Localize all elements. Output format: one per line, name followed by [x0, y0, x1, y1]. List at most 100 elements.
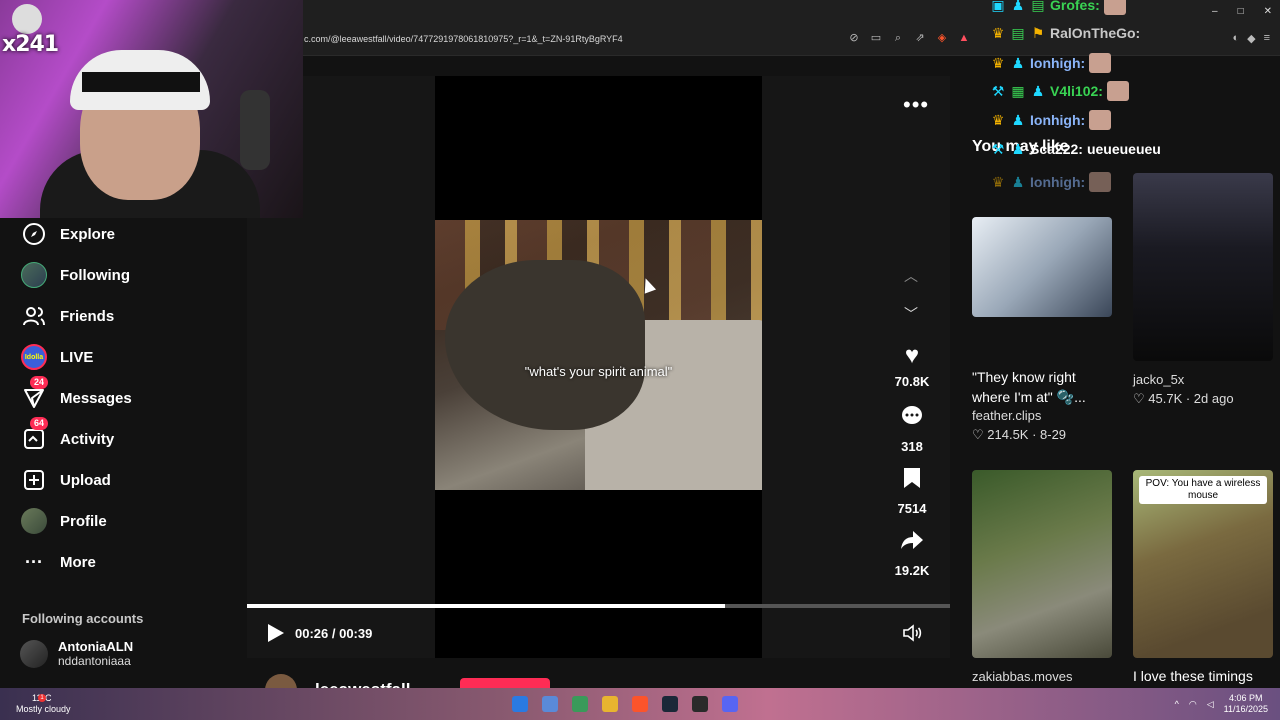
- menu-icon[interactable]: ≡: [1264, 32, 1270, 45]
- more-options-button[interactable]: •••: [903, 92, 929, 118]
- video-thumbnail[interactable]: [972, 217, 1112, 317]
- sidebar-item-friends[interactable]: Friends: [20, 301, 114, 331]
- clock-date: 11/16/2025: [1223, 704, 1268, 714]
- comment-button[interactable]: 318: [892, 404, 932, 454]
- video-thumbnail[interactable]: [1133, 173, 1273, 361]
- recommendation-card[interactable]: jacko_5x ♡ 45.7K · 2d ago: [1133, 173, 1273, 409]
- card-author[interactable]: zakiabbas.moves: [972, 668, 1112, 686]
- windows-start-icon[interactable]: [512, 696, 528, 712]
- badge-icon: ⚒: [991, 141, 1005, 157]
- sidebar-item-label: Profile: [60, 512, 107, 530]
- progress-bar[interactable]: [247, 604, 950, 608]
- recommendation-card[interactable]: POV: You have a wireless mouse I love th…: [1133, 470, 1273, 686]
- previous-video-button[interactable]: ︿: [904, 266, 918, 286]
- sidebar-item-explore[interactable]: Explore: [20, 219, 115, 249]
- card-author[interactable]: feather.clips: [972, 407, 1112, 425]
- clock[interactable]: 4:06 PM 11/16/2025: [1224, 693, 1268, 715]
- following-account-item[interactable]: AntoniaALN nddantoniaaa: [20, 639, 133, 668]
- thumbnail-caption: POV: You have a wireless mouse: [1139, 476, 1267, 504]
- video-caption: "what's your spirit animal": [524, 364, 673, 379]
- steam-icon[interactable]: [662, 696, 678, 712]
- save-button[interactable]: 7514: [892, 466, 932, 516]
- time-display: 00:26 / 00:39: [295, 626, 373, 641]
- comment-count: 318: [901, 439, 923, 454]
- address-bar[interactable]: c.com/@leeawestfall/video/74772919780618…: [304, 34, 623, 44]
- stream-overlay-text: x241: [2, 32, 59, 57]
- share-arrow-icon: [892, 528, 932, 559]
- sidebar-item-following[interactable]: Following: [20, 260, 130, 290]
- chat-line: ⚒ ▦ ♟ V4li102:: [990, 80, 1129, 102]
- badge-icon: ▦: [1011, 83, 1025, 99]
- mute-tab-icon[interactable]: ⊘: [848, 32, 860, 44]
- sidebar-item-label: More: [60, 553, 96, 571]
- close-icon[interactable]: ✕: [1264, 6, 1272, 17]
- task-view-icon[interactable]: [542, 696, 558, 712]
- app-icon[interactable]: [692, 696, 708, 712]
- badge-icon: ♟: [1011, 0, 1025, 13]
- chevron-up-icon[interactable]: ^: [1175, 699, 1179, 709]
- maximize-icon[interactable]: □: [1238, 6, 1244, 17]
- notification-badge: 1: [38, 694, 46, 702]
- sidebar-item-label: LIVE: [60, 348, 94, 366]
- brave-shields-icon[interactable]: ◈: [936, 32, 948, 44]
- sidebar-item-label: Activity: [60, 430, 115, 448]
- share-button[interactable]: 19.2K: [892, 528, 932, 578]
- share-icon[interactable]: ⇗: [914, 32, 926, 44]
- weather-widget[interactable]: 1 11°C Mostly cloudy: [16, 693, 71, 715]
- card-author[interactable]: jacko_5x: [1133, 371, 1273, 389]
- system-tray: ^ ◠ ◁ 4:06 PM 11/16/2025: [1175, 693, 1268, 715]
- sidebar-item-messages[interactable]: 24 Messages: [20, 376, 132, 413]
- friends-icon: [20, 302, 48, 330]
- like-count: 70.8K: [894, 374, 930, 389]
- app-icon[interactable]: [572, 696, 588, 712]
- screen: c.com/@leeawestfall/video/74772919780618…: [0, 0, 1280, 720]
- next-video-button[interactable]: ﹀: [904, 304, 918, 324]
- sidebar-item-activity[interactable]: 64 Activity: [20, 417, 115, 454]
- share-count: 19.2K: [894, 563, 930, 578]
- wifi-icon[interactable]: ◠: [1189, 699, 1197, 710]
- animal: [445, 260, 645, 430]
- vpn-icon[interactable]: ◐: [1232, 32, 1239, 45]
- progress-fill: [247, 604, 726, 608]
- extensions-area: ◐ ◆ ≡: [1232, 32, 1270, 45]
- video-player[interactable]: "what's your spirit animal": [247, 76, 950, 658]
- avatar: [20, 639, 48, 668]
- account-name: AntoniaALN: [58, 639, 134, 654]
- chat-username: Ionhigh:: [1030, 174, 1086, 190]
- sidebar-item-more[interactable]: ··· More: [20, 547, 96, 577]
- badge-icon: ♟: [1011, 112, 1025, 128]
- video-thumbnail[interactable]: [972, 470, 1112, 658]
- messages-icon: 24: [20, 376, 49, 412]
- video-thumbnail[interactable]: POV: You have a wireless mouse: [1133, 470, 1273, 658]
- emote-icon: [1106, 81, 1129, 101]
- chat-username: Grofes:: [1050, 0, 1100, 13]
- video-frame[interactable]: "what's your spirit animal": [435, 220, 762, 490]
- sidebar-item-profile[interactable]: Profile: [20, 506, 107, 536]
- speaker-icon[interactable]: ◁: [1207, 699, 1214, 710]
- discord-icon[interactable]: [722, 696, 738, 712]
- crown-icon: ♛: [991, 55, 1005, 71]
- following-accounts-title: Following accounts: [22, 611, 144, 626]
- badge-icon: ♟: [1011, 141, 1025, 157]
- comment-icon: [892, 404, 932, 435]
- play-icon[interactable]: [268, 624, 284, 642]
- zoom-icon[interactable]: ⌕: [892, 32, 904, 44]
- volume-icon[interactable]: [902, 624, 922, 647]
- chat-username: Ionhigh:: [1030, 55, 1086, 71]
- heart-icon: ♥: [904, 342, 920, 369]
- sidebar-item-live[interactable]: Idolla LIVE: [20, 342, 93, 372]
- sidebar-item-upload[interactable]: Upload: [20, 465, 111, 495]
- weather-desc: Mostly cloudy: [16, 704, 71, 714]
- cast-icon[interactable]: ▭: [870, 32, 882, 44]
- brave-browser-icon[interactable]: [632, 696, 648, 712]
- address-bar-icons: ⊘ ▭ ⌕ ⇗ ◈ ▲: [848, 32, 970, 44]
- minimize-icon[interactable]: –: [1212, 6, 1218, 17]
- wallet-icon[interactable]: ◆: [1247, 32, 1255, 45]
- chat-username: RalOnTheGo:: [1050, 25, 1141, 41]
- recommendation-card[interactable]: "They know right where I'm at" 🫧... feat…: [972, 217, 1112, 445]
- recommendation-card[interactable]: zakiabbas.moves: [972, 470, 1112, 686]
- like-button[interactable]: ♥ 70.8K: [892, 342, 932, 389]
- file-explorer-icon[interactable]: [602, 696, 618, 712]
- brave-rewards-icon[interactable]: ▲: [958, 32, 970, 44]
- sidebar-item-label: Messages: [60, 389, 132, 407]
